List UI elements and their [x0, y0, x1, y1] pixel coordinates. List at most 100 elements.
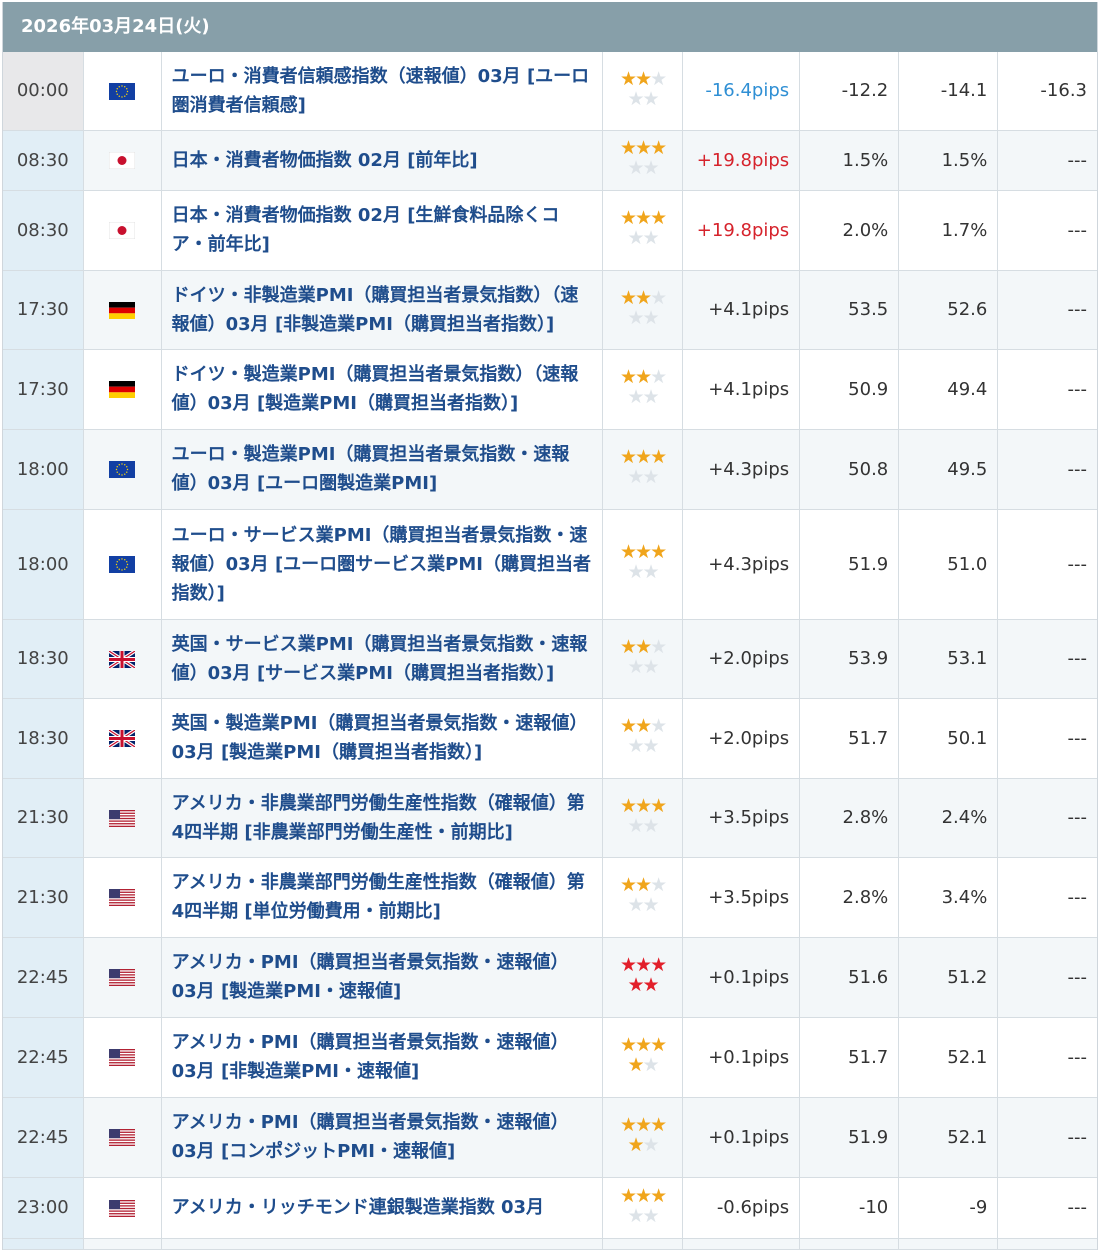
result-value: 51.6	[799, 937, 900, 1018]
importance-stars: ★★★ ★★	[619, 207, 667, 249]
table-row: 18:30 英国・製造業PMI（購買担当者景気指数・速報値）03月 [製造業PM…	[3, 698, 1097, 779]
table-row: 21:30 アメリカ・非農業部門労働生産性指数（確報値）第4四半期 [非農業部門…	[3, 778, 1097, 858]
forecast-value: 1.7%	[898, 190, 999, 271]
result-value: 2.0%	[799, 190, 900, 271]
event-name-link[interactable]: ユーロ・製造業PMI（購買担当者景気指数・速報値）03月 [ユーロ圏製造業PMI…	[161, 429, 604, 510]
forecast-value: 51.2	[898, 937, 999, 1018]
event-time: 18:30	[3, 698, 84, 779]
event-name-link[interactable]: ドイツ・製造業PMI（購買担当者景気指数）（速報値）03月 [製造業PMI（購買…	[161, 349, 604, 430]
country-flag-icon	[83, 509, 162, 620]
event-name-link[interactable]: 英国・製造業PMI（購買担当者景気指数・速報値）03月 [製造業PMI（購買担当…	[161, 698, 604, 779]
event-name-link[interactable]: ユーロ・サービス業PMI（購買担当者景気指数・速報値）03月 [ユーロ圏サービス…	[161, 509, 604, 620]
table-row: 08:30 日本・消費者物価指数 02月 [生鮮食料品除くコア・前年比] ★★★…	[3, 190, 1097, 271]
event-time: 22:45	[3, 1097, 84, 1178]
importance-cell: ★★★ ★★	[602, 1017, 684, 1098]
importance-stars: ★★★ ★★	[619, 137, 667, 179]
table-row: 22:45 アメリカ・PMI（購買担当者景気指数・速報値）03月 [製造業PMI…	[3, 937, 1097, 1018]
result-value: -12.2	[799, 52, 900, 131]
table-row: 21:30 アメリカ・非農業部門労働生産性指数（確報値）第4四半期 [単位労働費…	[3, 857, 1097, 938]
table-row: 18:30 英国・サービス業PMI（購買担当者景気指数・速報値）03月 [サービ…	[3, 619, 1097, 699]
pips-value: +2.0pips	[682, 698, 801, 779]
event-name-link[interactable]: アメリカ・リッチモンド連銀製造業指数 03月	[161, 1177, 604, 1239]
country-flag-icon	[83, 1097, 162, 1178]
country-flag-icon	[83, 349, 162, 430]
event-name-link[interactable]: 日本・消費者物価指数 02月 [生鮮食料品除くコア・前年比]	[161, 190, 604, 271]
forecast-value: 1.5%	[898, 130, 999, 191]
country-flag-icon	[83, 778, 162, 858]
forecast-value: 52.6	[898, 270, 999, 350]
importance-cell: ★★★ ★★	[602, 190, 684, 271]
pips-value: +4.3pips	[682, 509, 801, 620]
event-name-link[interactable]: アメリカ・非農業部門労働生産性指数（確報値）第4四半期 [非農業部門労働生産性・…	[161, 778, 604, 858]
event-name-link[interactable]: アメリカ・非農業部門労働生産性指数（確報値）第4四半期 [単位労働費用・前期比]	[161, 857, 604, 938]
previous-value: ---	[997, 349, 1097, 430]
previous-value: ---	[997, 190, 1097, 271]
forecast-value: 49.4	[898, 349, 999, 430]
event-name-link[interactable]: ドイツ・非製造業PMI（購買担当者景気指数）（速報値）03月 [非製造業PMI（…	[161, 270, 604, 350]
previous-value: ---	[997, 130, 1097, 191]
importance-stars: ★★★ ★★	[619, 446, 667, 488]
country-flag-icon	[83, 429, 162, 510]
previous-value: ---	[997, 1017, 1097, 1098]
previous-value: ---	[997, 937, 1097, 1018]
economic-calendar-table: 00:00 ユーロ・消費者信頼感指数（速報値）03月 [ユーロ圏消費者信頼感] …	[3, 52, 1097, 1250]
event-time: 08:30	[3, 130, 84, 191]
country-flag-icon	[83, 937, 162, 1018]
forecast-value: -9	[898, 1177, 999, 1239]
result-value: 51.9	[799, 1097, 900, 1178]
importance-stars: ★★★ ★★	[619, 366, 667, 408]
result-value: 51.7	[799, 1017, 900, 1098]
importance-stars: ★★★ ★★	[619, 1184, 667, 1227]
pips-value: +4.3pips	[682, 429, 801, 510]
result-value: 1.5%	[799, 130, 900, 191]
importance-cell: ★★★ ★★	[602, 857, 684, 938]
importance-stars: ★★★ ★★	[619, 541, 667, 583]
forecast-value: 50.1	[898, 698, 999, 779]
pips-value: -0.6pips	[682, 1177, 801, 1239]
result-value: 51.9	[799, 509, 900, 620]
country-flag-icon	[83, 1177, 162, 1239]
event-time: 21:30	[3, 778, 84, 858]
forecast-value: 52.1	[898, 1097, 999, 1178]
forecast-value: -14.1	[898, 52, 999, 131]
forecast-value: 53.1	[898, 619, 999, 699]
previous-value: ---	[997, 857, 1097, 938]
importance-stars: ★★★ ★★	[619, 874, 667, 916]
event-time: 17:30	[3, 349, 84, 430]
pips-value: +0.1pips	[682, 937, 801, 1018]
event-time: 00:00	[3, 52, 84, 131]
result-value: 2.8%	[799, 857, 900, 938]
importance-cell: ★★★ ★★	[602, 429, 684, 510]
event-time: 08:30	[3, 190, 84, 271]
country-flag-icon	[83, 1017, 162, 1098]
event-time: 18:30	[3, 619, 84, 699]
result-value: 50.8	[799, 429, 900, 510]
event-name-link[interactable]: アメリカ・PMI（購買担当者景気指数・速報値）03月 [製造業PMI・速報値]	[161, 937, 604, 1018]
importance-stars: ★★★ ★★	[619, 635, 667, 678]
importance-cell: ★★★ ★★	[602, 130, 684, 191]
country-flag-icon	[83, 52, 162, 131]
event-name-link[interactable]: ユーロ・消費者信頼感指数（速報値）03月 [ユーロ圏消費者信頼感]	[161, 52, 604, 131]
forecast-value: 49.5	[898, 429, 999, 510]
importance-cell: ★★★ ★★	[602, 270, 684, 350]
table-row: 17:30 ドイツ・非製造業PMI（購買担当者景気指数）（速報値）03月 [非製…	[3, 270, 1097, 350]
event-time: 18:00	[3, 429, 84, 510]
pips-value: +4.1pips	[682, 349, 801, 430]
pips-value: +19.8pips	[682, 190, 801, 271]
importance-stars: ★★★ ★★	[619, 286, 667, 329]
pips-value: +3.5pips	[682, 857, 801, 938]
event-name-link[interactable]: アメリカ・PMI（購買担当者景気指数・速報値）03月 [コンポジットPMI・速報…	[161, 1097, 604, 1178]
table-row: 17:30 ドイツ・製造業PMI（購買担当者景気指数）（速報値）03月 [製造業…	[3, 349, 1097, 430]
importance-stars: ★★★ ★★	[619, 715, 667, 757]
country-flag-icon	[83, 857, 162, 938]
importance-cell: ★★★ ★★	[602, 1097, 684, 1178]
event-name-link[interactable]: 日本・消費者物価指数 02月 [前年比]	[161, 130, 604, 191]
importance-cell: ★★★ ★★	[602, 349, 684, 430]
table-row: 23:00 アメリカ・リッチモンド連銀製造業指数 03月 ★★★ ★★ -0.6p…	[3, 1177, 1097, 1239]
country-flag-icon	[83, 698, 162, 779]
event-name-link[interactable]: 英国・サービス業PMI（購買担当者景気指数・速報値）03月 [サービス業PMI（…	[161, 619, 604, 699]
pips-value: +19.8pips	[682, 130, 801, 191]
previous-value: ---	[997, 1177, 1097, 1239]
event-name-link[interactable]: アメリカ・PMI（購買担当者景気指数・速報値）03月 [非製造業PMI・速報値]	[161, 1017, 604, 1098]
importance-cell: ★★★ ★★	[602, 778, 684, 858]
